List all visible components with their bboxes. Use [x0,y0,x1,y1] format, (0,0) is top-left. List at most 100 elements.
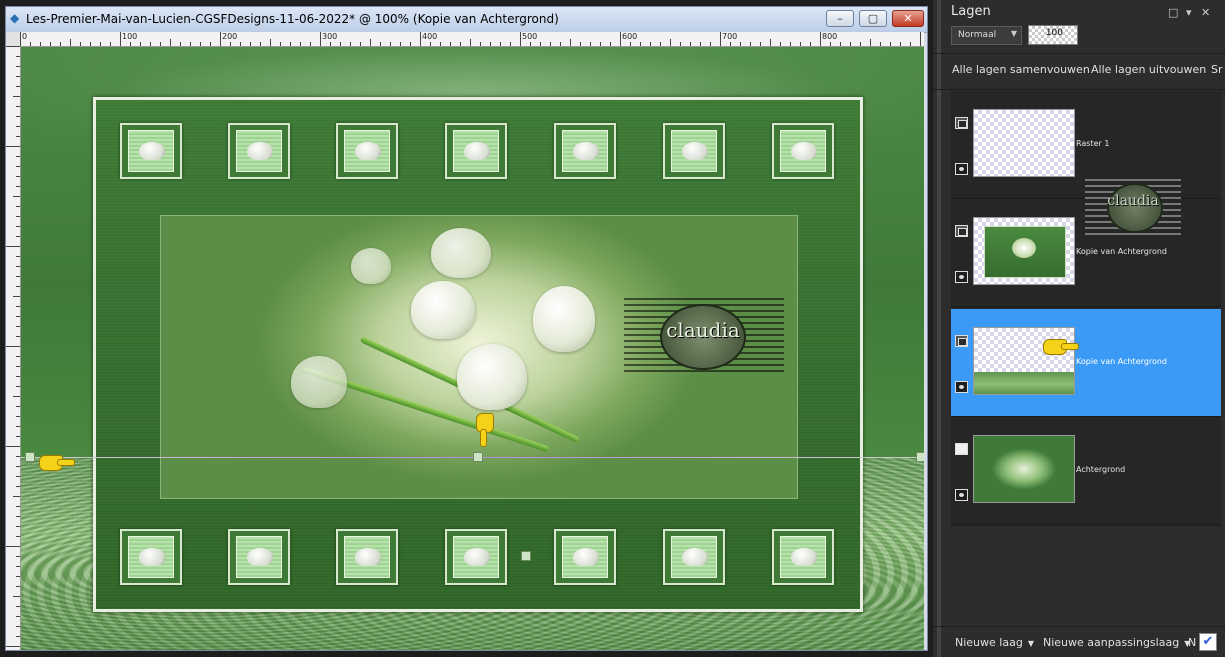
visibility-eye-icon[interactable] [955,381,968,393]
blend-mode-select[interactable]: Normaal ▼ [951,26,1022,45]
document-titlebar[interactable]: ◆ Les-Premier-Mai-van-Lucien-CGSFDesigns… [6,7,927,33]
expand-all-layers-button[interactable]: Alle lagen uitvouwen [1091,63,1206,76]
ruler-tick [130,42,131,46]
ruler-tick [340,42,341,46]
ruler-tick [460,42,461,46]
decor-tile [554,529,616,585]
minimize-button[interactable]: – [826,10,854,27]
ruler-tick [16,276,20,277]
new-layer-button[interactable]: Nieuwe laag ▼ [955,636,1034,649]
opacity-field[interactable]: 100 [1028,25,1078,45]
visibility-eye-icon[interactable] [955,489,968,501]
ruler-tick [280,42,281,46]
ruler-label: 300 [322,32,338,41]
ruler-tick [770,39,771,46]
ruler-tick [370,39,371,46]
layer-thumbnail [973,217,1075,285]
decor-tile [120,529,182,585]
ruler-tick [750,42,751,46]
ruler-tick [620,32,621,46]
ruler-tick [700,42,701,46]
ruler-tick [520,32,521,46]
ruler-tick [16,366,20,367]
layer-group-icon[interactable] [955,225,968,237]
close-button[interactable]: ✕ [892,10,924,27]
ruler-tick [16,216,20,217]
decor-tile [228,123,290,179]
ruler-label: 700 [722,32,738,41]
ruler-tick [140,42,141,46]
ruler-tick [16,586,20,587]
visibility-eye-icon[interactable] [955,271,968,283]
vertical-ruler[interactable] [6,46,21,650]
raster-layer-icon[interactable] [955,443,968,455]
pointing-hand-icon [39,451,75,473]
ruler-tick [670,39,671,46]
visibility-eye-icon[interactable] [955,163,968,175]
truncated-toolbar-button[interactable]: Sr [1211,63,1223,76]
ruler-tick [16,86,20,87]
layer-name: Raster 1 [1076,139,1110,148]
layers-panel[interactable]: Lagen □ ▾ ✕ Normaal ▼ 100 Alle lagen sam… [933,0,1225,657]
guide-handle[interactable] [25,452,35,462]
layer-row[interactable]: Achtergrond [951,417,1221,525]
ruler-tick [800,42,801,46]
ruler-tick [910,42,911,46]
layer-name: Achtergrond [1076,465,1126,474]
decor-tile [663,123,725,179]
panel-float-icon[interactable]: □ [1168,6,1178,19]
ruler-tick [170,39,171,46]
ruler-tick [550,42,551,46]
ruler-tick [16,606,20,607]
ruler-tick [16,436,20,437]
ruler-tick [430,42,431,46]
truncated-footer-button[interactable]: N [1188,636,1196,649]
new-adjustment-layer-label: Nieuwe aanpassingslaag [1043,636,1180,649]
guide-handle[interactable] [916,452,924,462]
ruler-label: 100 [122,32,138,41]
ruler-tick [920,32,921,46]
layer-row-selected[interactable]: Kopie van Achtergrond [951,309,1221,417]
ruler-tick [530,42,531,46]
collapse-all-layers-button[interactable]: Alle lagen samenvouwen [952,63,1090,76]
flower-bell-icon [573,548,599,566]
horizontal-ruler[interactable]: 0 100 200 300 400 500 600 700 800 [20,32,924,47]
layers-panel-title: Lagen [951,4,991,19]
ruler-label: 800 [822,32,838,41]
ruler-tick [870,39,871,46]
guide-handle[interactable] [473,452,483,462]
ruler-tick [6,146,20,147]
layer-group-icon[interactable] [955,117,968,129]
ruler-tick [16,516,20,517]
maximize-button[interactable]: ▢ [859,10,887,27]
panel-close-icon[interactable]: ✕ [1201,6,1210,19]
document-window[interactable]: ◆ Les-Premier-Mai-van-Lucien-CGSFDesigns… [5,6,928,651]
panel-splitter[interactable] [937,0,941,657]
ruler-tick [50,42,51,46]
checkmark-icon[interactable]: ✔ [1199,633,1217,651]
ruler-tick [190,42,191,46]
ruler-tick [16,306,20,307]
ruler-tick [160,42,161,46]
ruler-tick [16,186,20,187]
ruler-tick [450,42,451,46]
rotation-handle[interactable] [521,551,531,561]
ruler-label: 0 [22,32,28,41]
ruler-tick [6,446,20,447]
decor-tile [554,123,616,179]
layer-group-icon[interactable] [955,335,968,347]
panel-menu-icon[interactable]: ▾ [1186,6,1192,19]
ruler-tick [260,42,261,46]
ruler-tick [890,42,891,46]
ruler-tick [16,626,20,627]
ruler-tick [16,266,20,267]
ruler-tick [640,42,641,46]
ruler-tick [16,316,20,317]
ruler-tick [710,42,711,46]
decor-tile [336,529,398,585]
new-adjustment-layer-button[interactable]: Nieuwe aanpassingslaag ▼ [1043,636,1190,649]
image-canvas[interactable]: claudia [21,47,924,650]
layers-list[interactable]: Raster 1 Kopie van Achtergrond Kopie van… [951,91,1221,527]
ruler-tick [20,32,21,46]
ruler-tick [16,256,20,257]
